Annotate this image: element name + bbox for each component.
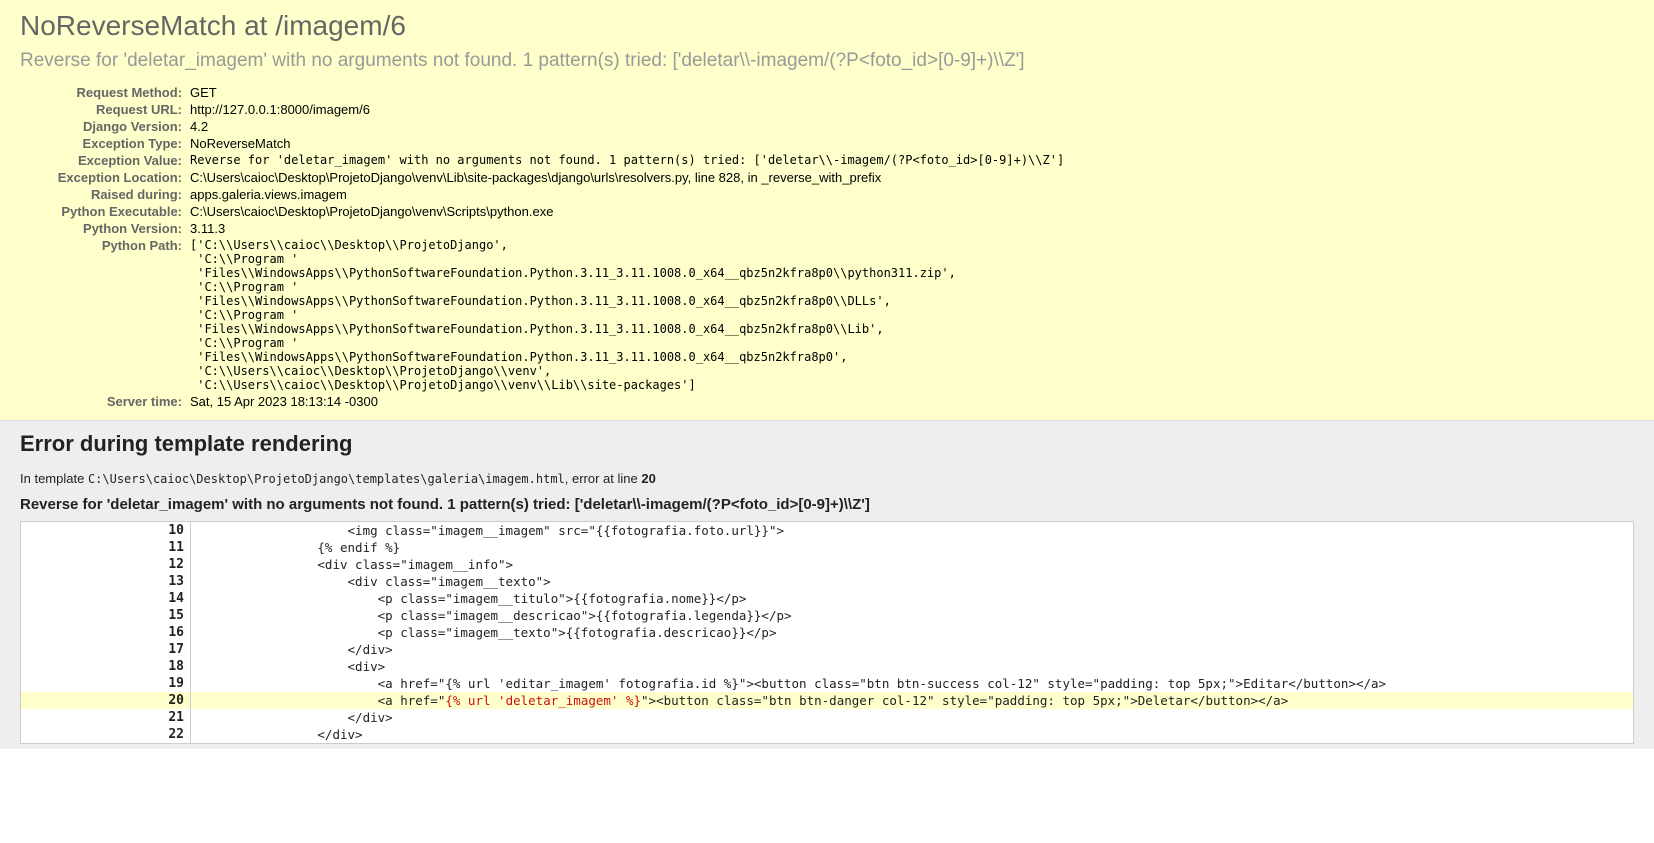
source-lineno: 22 <box>21 726 191 744</box>
meta-row: Server time: Sat, 15 Apr 2023 18:13:14 -… <box>20 393 1064 410</box>
source-lineno: 14 <box>21 590 191 607</box>
template-path: C:\Users\caioc\Desktop\ProjetoDjango\tem… <box>88 472 565 486</box>
meta-value: GET <box>190 84 1064 101</box>
meta-row: Exception Type: NoReverseMatch <box>20 135 1064 152</box>
meta-label: Django Version: <box>20 118 190 135</box>
source-row: 17 </div> <box>21 641 1634 658</box>
source-lineno: 17 <box>21 641 191 658</box>
meta-label: Request URL: <box>20 101 190 118</box>
error-highlight: {% url 'deletar_imagem' %} <box>445 693 641 708</box>
intro-prefix: In template <box>20 471 88 486</box>
source-lineno: 12 <box>21 556 191 573</box>
meta-label: Server time: <box>20 393 190 410</box>
template-error-section: Error during template rendering In templ… <box>0 421 1654 749</box>
source-row: 18 <div> <box>21 658 1634 675</box>
meta-label: Exception Value: <box>20 152 190 169</box>
meta-value: 4.2 <box>190 118 1064 135</box>
meta-row: Python Version: 3.11.3 <box>20 220 1064 237</box>
source-row: 22 </div> <box>21 726 1634 744</box>
template-source-table: 10 <img class="imagem__imagem" src="{{fo… <box>20 521 1634 744</box>
error-subtitle: Reverse for 'deletar_imagem' with no arg… <box>20 50 1634 72</box>
meta-value: Sat, 15 Apr 2023 18:13:14 -0300 <box>190 393 1064 410</box>
source-lineno: 10 <box>21 522 191 540</box>
source-code: </div> <box>191 726 1634 744</box>
meta-row: Exception Location: C:\Users\caioc\Deskt… <box>20 169 1064 186</box>
source-code: <p class="imagem__titulo">{{fotografia.n… <box>191 590 1634 607</box>
source-row: 21 </div> <box>21 709 1634 726</box>
source-row: 11 {% endif %} <box>21 539 1634 556</box>
meta-row: Request URL: http://127.0.0.1:8000/image… <box>20 101 1064 118</box>
error-line-number: 20 <box>641 471 655 486</box>
source-row: 13 <div class="imagem__texto"> <box>21 573 1634 590</box>
meta-value: http://127.0.0.1:8000/imagem/6 <box>190 101 1064 118</box>
request-meta-table: Request Method: GET Request URL: http://… <box>20 84 1064 410</box>
meta-label: Request Method: <box>20 84 190 101</box>
source-code: <img class="imagem__imagem" src="{{fotog… <box>191 522 1634 540</box>
source-code: </div> <box>191 709 1634 726</box>
source-code: <p class="imagem__texto">{{fotografia.de… <box>191 624 1634 641</box>
source-lineno: 18 <box>21 658 191 675</box>
source-lineno: 16 <box>21 624 191 641</box>
source-row: 15 <p class="imagem__descricao">{{fotogr… <box>21 607 1634 624</box>
meta-row: Raised during: apps.galeria.views.imagem <box>20 186 1064 203</box>
meta-value: apps.galeria.views.imagem <box>190 186 1064 203</box>
meta-value: 3.11.3 <box>190 220 1064 237</box>
source-row: 12 <div class="imagem__info"> <box>21 556 1634 573</box>
template-error-intro: In template C:\Users\caioc\Desktop\Proje… <box>20 471 1634 486</box>
source-code: {% endif %} <box>191 539 1634 556</box>
source-code: <p class="imagem__descricao">{{fotografi… <box>191 607 1634 624</box>
source-lineno: 19 <box>21 675 191 692</box>
source-lineno: 11 <box>21 539 191 556</box>
error-title: NoReverseMatch at /imagem/6 <box>20 10 1634 42</box>
meta-row: Request Method: GET <box>20 84 1064 101</box>
source-row: 10 <img class="imagem__imagem" src="{{fo… <box>21 522 1634 540</box>
template-error-message: Reverse for 'deletar_imagem' with no arg… <box>20 496 1634 513</box>
meta-label: Python Path: <box>20 237 190 393</box>
source-row: 14 <p class="imagem__titulo">{{fotografi… <box>21 590 1634 607</box>
python-path-pre: ['C:\\Users\\caioc\\Desktop\\ProjetoDjan… <box>190 238 1064 392</box>
source-code: <div> <box>191 658 1634 675</box>
meta-label: Python Version: <box>20 220 190 237</box>
intro-mid: , error at line <box>565 471 642 486</box>
meta-value: Reverse for 'deletar_imagem' with no arg… <box>190 152 1064 169</box>
source-lineno: 20 <box>21 692 191 709</box>
meta-value: C:\Users\caioc\Desktop\ProjetoDjango\ven… <box>190 203 1064 220</box>
source-code: <a href="{% url 'editar_imagem' fotograf… <box>191 675 1634 692</box>
meta-value: ['C:\\Users\\caioc\\Desktop\\ProjetoDjan… <box>190 237 1064 393</box>
source-row: 16 <p class="imagem__texto">{{fotografia… <box>21 624 1634 641</box>
meta-value: C:\Users\caioc\Desktop\ProjetoDjango\ven… <box>190 169 1064 186</box>
meta-row: Python Path: ['C:\\Users\\caioc\\Desktop… <box>20 237 1064 393</box>
source-lineno: 15 <box>21 607 191 624</box>
source-code: </div> <box>191 641 1634 658</box>
source-code: <div class="imagem__info"> <box>191 556 1634 573</box>
source-lineno: 13 <box>21 573 191 590</box>
source-row: 19 <a href="{% url 'editar_imagem' fotog… <box>21 675 1634 692</box>
meta-row: Python Executable: C:\Users\caioc\Deskto… <box>20 203 1064 220</box>
source-code: <div class="imagem__texto"> <box>191 573 1634 590</box>
meta-value: NoReverseMatch <box>190 135 1064 152</box>
meta-label: Python Executable: <box>20 203 190 220</box>
source-row: 20 <a href="{% url 'deletar_imagem' %}">… <box>21 692 1634 709</box>
meta-row: Django Version: 4.2 <box>20 118 1064 135</box>
meta-label: Exception Location: <box>20 169 190 186</box>
meta-label: Raised during: <box>20 186 190 203</box>
template-error-heading: Error during template rendering <box>20 431 1634 457</box>
error-summary: NoReverseMatch at /imagem/6 Reverse for … <box>0 0 1654 421</box>
source-lineno: 21 <box>21 709 191 726</box>
meta-row: Exception Value: Reverse for 'deletar_im… <box>20 152 1064 169</box>
source-code: <a href="{% url 'deletar_imagem' %}"><bu… <box>191 692 1634 709</box>
meta-label: Exception Type: <box>20 135 190 152</box>
